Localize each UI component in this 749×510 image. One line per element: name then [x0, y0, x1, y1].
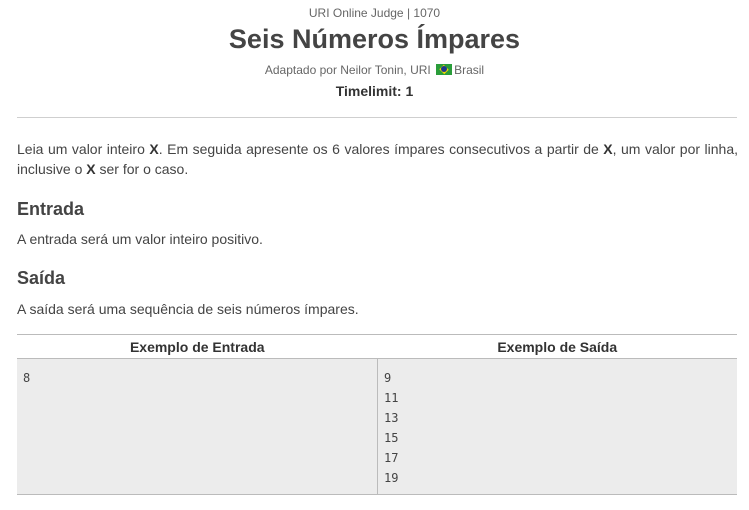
desc-text: . Em seguida apresente os 6 valores ímpa… — [158, 141, 604, 157]
output-description: A saída será uma sequência de seis númer… — [17, 301, 359, 317]
input-line: 8 — [23, 371, 31, 385]
desc-text: ser for o caso. — [95, 161, 189, 177]
author-line: Adaptado por Neilor Tonin, URI Brasil — [0, 63, 749, 77]
problem-description: Leia um valor inteiro X. Em seguida apre… — [17, 139, 738, 179]
country-label: Brasil — [454, 63, 485, 77]
input-description: A entrada será um valor inteiro positivo… — [17, 231, 263, 247]
divider — [17, 117, 737, 118]
output-line: 19 — [384, 471, 399, 485]
output-line: 13 — [384, 411, 399, 425]
judge-id: URI Online Judge | 1070 — [308, 6, 441, 20]
example-input-cell: 8 — [17, 358, 378, 495]
author-text: Adaptado por Neilor Tonin, URI — [264, 63, 431, 77]
output-line: 17 — [384, 451, 399, 465]
desc-var: X — [149, 141, 159, 157]
page-title: Seis Números Ímpares — [228, 24, 521, 54]
example-input-header: Exemplo de Entrada — [17, 334, 378, 359]
output-line: 9 — [384, 371, 392, 385]
examples-table: Exemplo de Entrada Exemplo de Saída 8 9 … — [17, 334, 737, 495]
desc-var: X — [86, 161, 96, 177]
output-line: 11 — [384, 391, 399, 405]
desc-var: X — [603, 141, 613, 157]
output-line: 15 — [384, 431, 399, 445]
timelimit: Timelimit: 1 — [335, 83, 414, 99]
brazil-flag-icon — [436, 64, 453, 75]
example-output-header: Exemplo de Saída — [377, 334, 737, 359]
desc-text: Leia um valor inteiro — [17, 141, 150, 157]
input-heading: Entrada — [17, 199, 85, 219]
output-heading: Saída — [17, 268, 66, 288]
example-output-cell: 9 11 13 15 17 19 — [377, 358, 737, 495]
